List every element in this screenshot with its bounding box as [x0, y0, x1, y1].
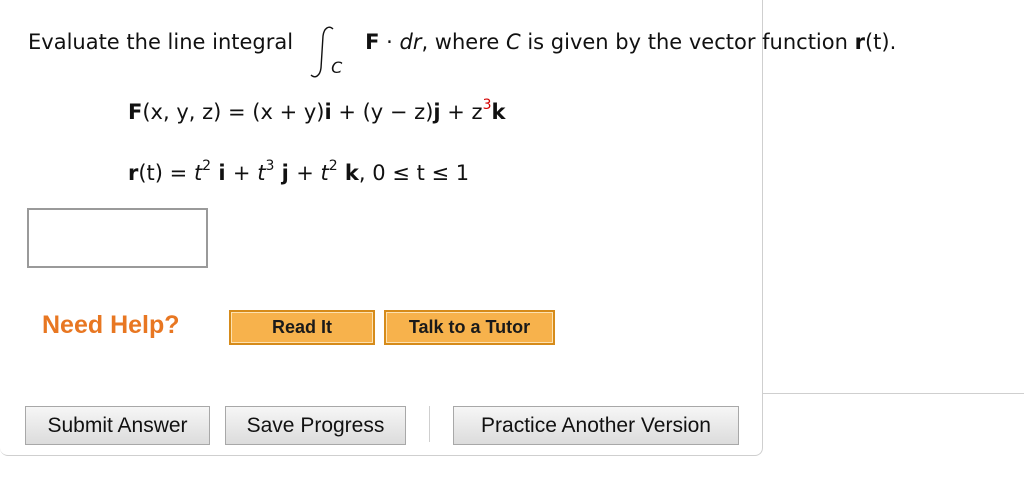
talk-to-tutor-button[interactable]: Talk to a Tutor [384, 310, 555, 345]
integrand: F · dr, where C is given by the vector f… [365, 30, 897, 54]
button-separator [429, 406, 430, 442]
read-it-button[interactable]: Read It [229, 310, 375, 345]
question-prompt: Evaluate the line integral C F · dr, whe… [28, 26, 897, 80]
vector-function-equation: r(t) = t2 i + t3 j + t2 k, 0 ≤ t ≤ 1 [128, 158, 470, 185]
save-progress-button[interactable]: Save Progress [225, 406, 406, 445]
integral-symbol: C [309, 26, 355, 80]
need-help-label: Need Help? [42, 311, 180, 339]
vector-field-equation: F(x, y, z) = (x + y)i + (y − z)j + z3k [128, 97, 506, 124]
practice-another-version-button[interactable]: Practice Another Version [453, 406, 739, 445]
integral-subscript: C [331, 58, 343, 77]
exponent: 3 [482, 97, 492, 113]
submit-answer-button[interactable]: Submit Answer [25, 406, 210, 445]
prompt-text: Evaluate the line integral [28, 30, 294, 54]
divider-line [763, 393, 1024, 394]
answer-input[interactable] [27, 208, 208, 268]
